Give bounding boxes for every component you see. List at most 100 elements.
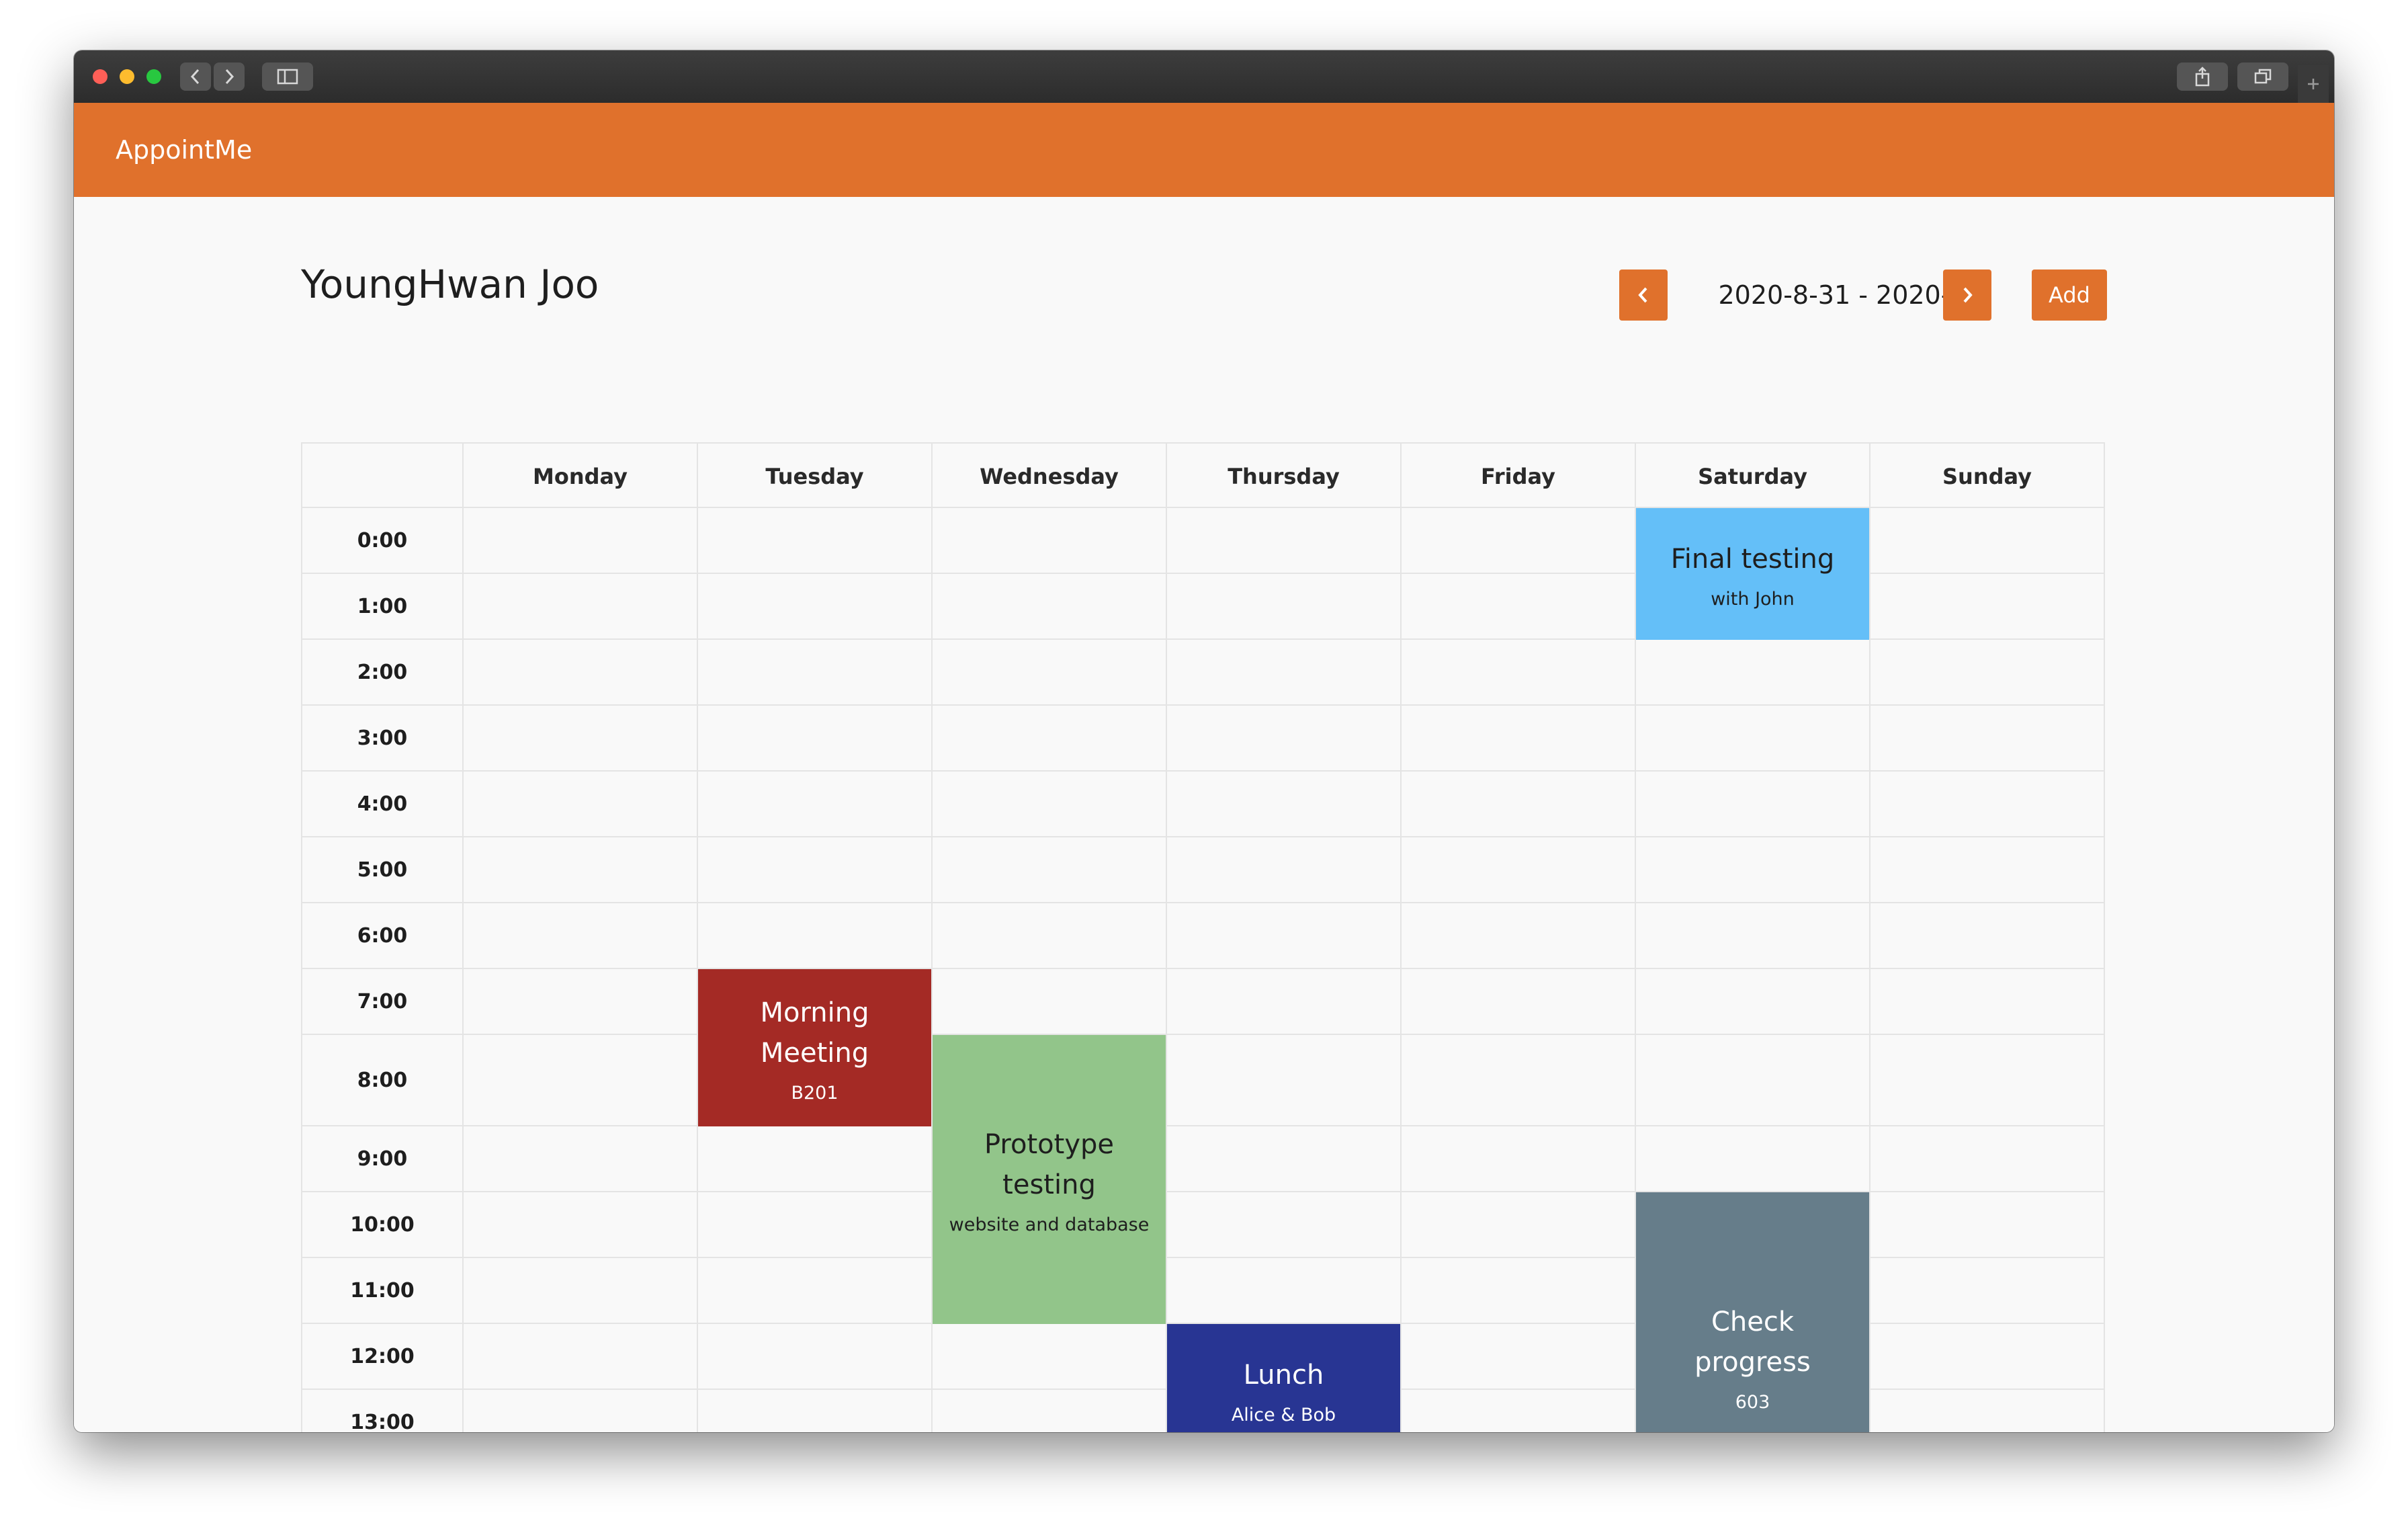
calendar-slot[interactable]	[1167, 903, 1402, 969]
sidebar-toggle-button[interactable]	[262, 63, 313, 91]
calendar-slot[interactable]	[933, 508, 1167, 574]
add-appointment-button[interactable]: Add	[2032, 270, 2107, 321]
tabs-overview-button[interactable]	[2237, 63, 2288, 91]
brand-logo[interactable]: AppointMe	[116, 103, 252, 197]
calendar-slot[interactable]	[1402, 1390, 1636, 1432]
calendar-slot[interactable]	[1636, 969, 1870, 1035]
calendar-slot[interactable]	[1870, 640, 2105, 706]
calendar-slot[interactable]	[698, 1192, 933, 1258]
appointment-block[interactable]: Prototype testing website and database	[933, 1035, 1166, 1324]
calendar-slot[interactable]	[698, 1324, 933, 1390]
new-tab-button[interactable]	[2298, 65, 2329, 103]
calendar-slot[interactable]	[1870, 574, 2105, 640]
calendar-slot[interactable]	[464, 706, 698, 772]
calendar-slot[interactable]	[1636, 706, 1870, 772]
calendar-slot[interactable]	[933, 640, 1167, 706]
calendar-slot[interactable]	[464, 1258, 698, 1324]
calendar-slot[interactable]	[698, 1258, 933, 1324]
calendar-slot[interactable]	[1870, 772, 2105, 837]
calendar-slot[interactable]	[1402, 508, 1636, 574]
calendar-slot[interactable]	[1870, 1035, 2105, 1126]
calendar-slot[interactable]	[464, 1126, 698, 1192]
calendar-slot[interactable]	[1870, 1258, 2105, 1324]
calendar-slot[interactable]	[933, 772, 1167, 837]
calendar-slot[interactable]	[1167, 1192, 1402, 1258]
calendar-slot[interactable]	[698, 1126, 933, 1192]
minimize-window-button[interactable]	[120, 69, 134, 84]
calendar-slot[interactable]	[933, 903, 1167, 969]
calendar-slot[interactable]	[464, 837, 698, 903]
calendar-slot[interactable]	[698, 772, 933, 837]
appointment-block[interactable]: Check progress 603	[1636, 1192, 1869, 1432]
calendar-slot[interactable]	[1167, 508, 1402, 574]
calendar-slot[interactable]	[698, 508, 933, 574]
calendar-slot[interactable]	[1402, 1192, 1636, 1258]
calendar-slot[interactable]	[1167, 1035, 1402, 1126]
calendar-slot[interactable]	[464, 1192, 698, 1258]
browser-back-button[interactable]	[180, 63, 211, 91]
calendar-slot[interactable]	[1636, 640, 1870, 706]
calendar-slot[interactable]	[464, 903, 698, 969]
calendar-slot[interactable]	[1636, 772, 1870, 837]
calendar-slot[interactable]	[464, 1390, 698, 1432]
next-week-button[interactable]	[1943, 270, 1991, 321]
calendar-slot[interactable]	[1636, 1035, 1870, 1126]
calendar-slot[interactable]	[1870, 1324, 2105, 1390]
calendar-slot[interactable]	[1870, 969, 2105, 1035]
calendar-slot[interactable]	[1167, 1258, 1402, 1324]
calendar-slot[interactable]	[1870, 706, 2105, 772]
calendar-slot[interactable]	[1870, 1126, 2105, 1192]
prev-week-button[interactable]	[1619, 270, 1668, 321]
calendar-slot[interactable]	[464, 508, 698, 574]
calendar-slot[interactable]	[1636, 837, 1870, 903]
calendar-slot[interactable]	[1167, 969, 1402, 1035]
calendar-slot[interactable]	[1870, 508, 2105, 574]
calendar-slot[interactable]	[464, 969, 698, 1035]
appointment-block[interactable]: Morning Meeting B201	[698, 969, 931, 1126]
calendar-slot[interactable]	[698, 640, 933, 706]
calendar-slot[interactable]	[698, 837, 933, 903]
calendar-slot[interactable]	[1870, 1390, 2105, 1432]
calendar-slot[interactable]	[933, 574, 1167, 640]
calendar-slot[interactable]	[1870, 837, 2105, 903]
calendar-slot[interactable]	[1402, 903, 1636, 969]
calendar-slot[interactable]	[933, 837, 1167, 903]
appointment-block[interactable]: Lunch Alice & Bob	[1167, 1324, 1400, 1432]
calendar-slot[interactable]	[464, 772, 698, 837]
calendar-slot[interactable]	[1402, 574, 1636, 640]
calendar-slot[interactable]	[1402, 837, 1636, 903]
share-button[interactable]	[2177, 63, 2228, 91]
calendar-slot[interactable]	[1402, 1324, 1636, 1390]
calendar-slot[interactable]	[1167, 706, 1402, 772]
calendar-slot[interactable]	[698, 1390, 933, 1432]
calendar-slot[interactable]	[1402, 1258, 1636, 1324]
calendar-slot[interactable]	[1167, 772, 1402, 837]
calendar-slot[interactable]	[933, 1324, 1167, 1390]
calendar-slot[interactable]	[1167, 837, 1402, 903]
zoom-window-button[interactable]	[146, 69, 161, 84]
calendar-slot[interactable]	[1870, 903, 2105, 969]
calendar-slot[interactable]	[464, 574, 698, 640]
calendar-slot[interactable]	[1402, 969, 1636, 1035]
calendar-slot[interactable]	[698, 706, 933, 772]
calendar-slot[interactable]	[1402, 772, 1636, 837]
calendar-slot[interactable]	[1167, 1126, 1402, 1192]
browser-forward-button[interactable]	[214, 63, 245, 91]
calendar-slot[interactable]	[1167, 574, 1402, 640]
calendar-slot[interactable]	[1402, 1126, 1636, 1192]
calendar-slot[interactable]	[1870, 1192, 2105, 1258]
calendar-slot[interactable]	[698, 574, 933, 640]
calendar-slot[interactable]	[1402, 706, 1636, 772]
calendar-slot[interactable]	[1636, 1126, 1870, 1192]
calendar-slot[interactable]	[1636, 903, 1870, 969]
calendar-slot[interactable]	[698, 903, 933, 969]
calendar-slot[interactable]	[1402, 640, 1636, 706]
calendar-slot[interactable]	[464, 1035, 698, 1126]
calendar-slot[interactable]	[933, 969, 1167, 1035]
appointment-block[interactable]: Final testing with John	[1636, 508, 1869, 640]
calendar-slot[interactable]	[933, 706, 1167, 772]
calendar-slot[interactable]	[464, 1324, 698, 1390]
calendar-slot[interactable]	[933, 1390, 1167, 1432]
calendar-slot[interactable]	[1167, 640, 1402, 706]
close-window-button[interactable]	[93, 69, 108, 84]
